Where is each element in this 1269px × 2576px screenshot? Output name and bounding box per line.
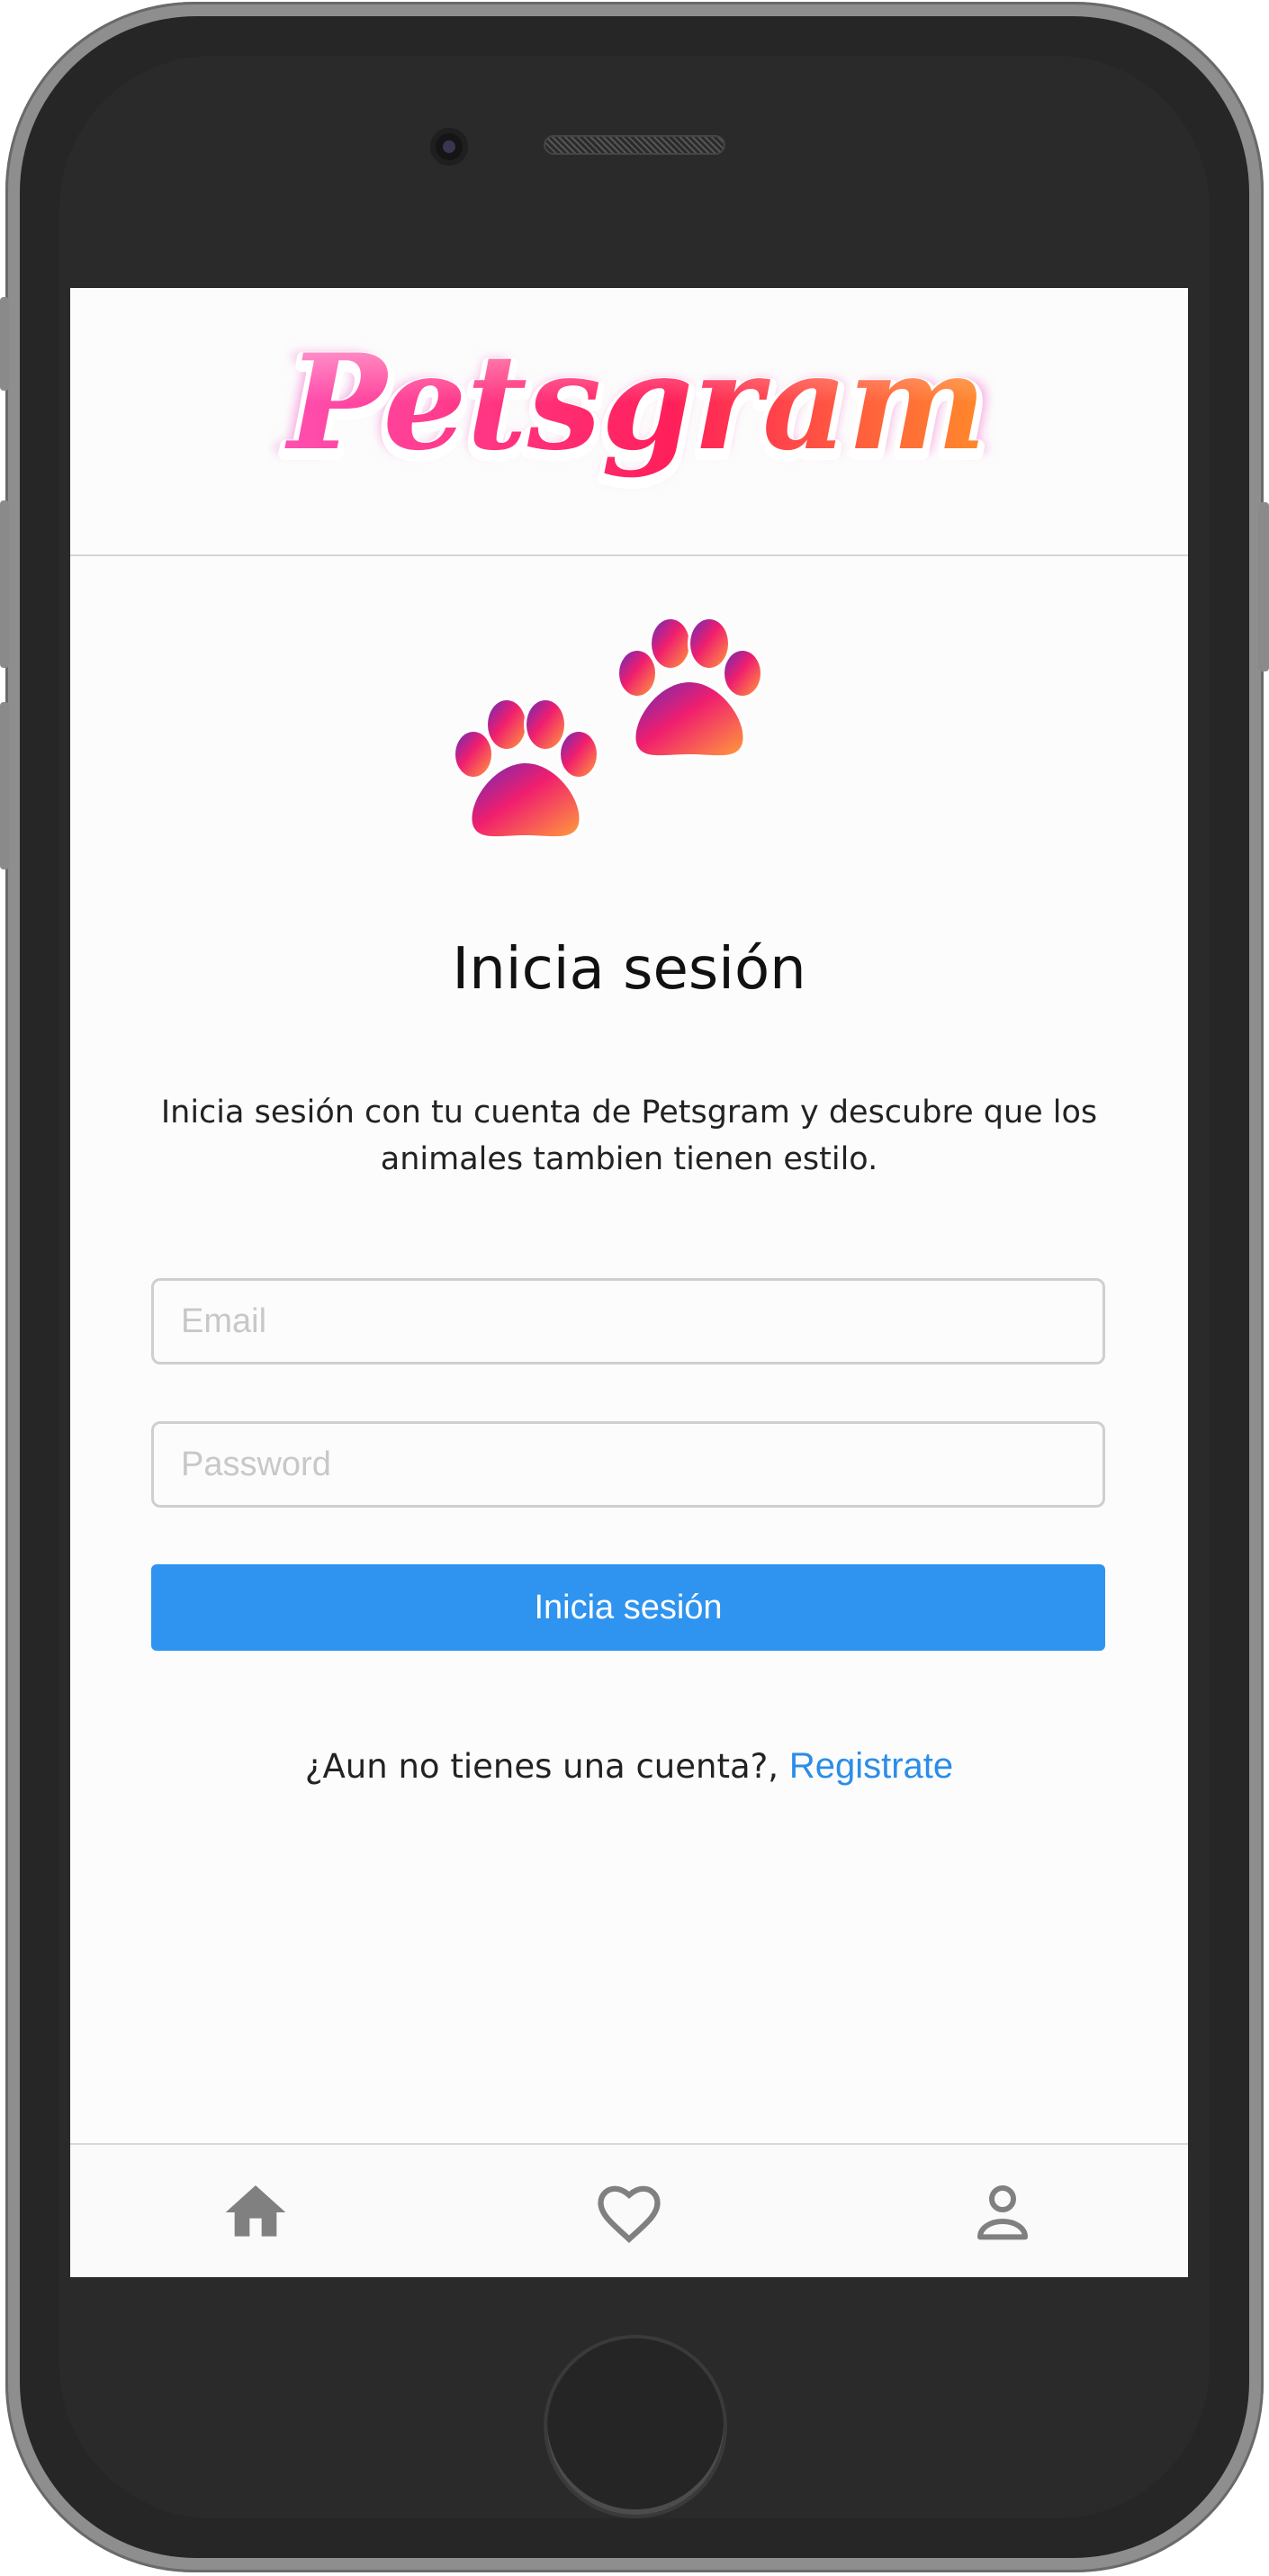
earpiece-speaker <box>544 135 725 155</box>
app-header: Petsgram Petsgram Petsgram Petsgram <box>70 288 1188 556</box>
heart-icon <box>598 2185 661 2244</box>
email-field[interactable] <box>151 1278 1105 1365</box>
front-camera <box>430 128 468 166</box>
nav-profile-button[interactable] <box>962 2172 1043 2253</box>
login-button[interactable]: Inicia sesión <box>151 1564 1105 1651</box>
svg-text:Petsgram: Petsgram <box>284 333 986 480</box>
volume-up-button <box>0 500 9 668</box>
app-screen: Petsgram Petsgram Petsgram Petsgram Inic… <box>70 288 1188 2277</box>
home-hardware-button[interactable] <box>544 2335 727 2518</box>
paw-prints-illustration <box>453 617 763 840</box>
paw-left-icon <box>453 698 599 840</box>
register-link[interactable]: Registrate <box>789 1746 953 1786</box>
register-prompt: ¿Aun no tienes una cuenta?, Registrate <box>70 1746 1188 1787</box>
paw-right-icon <box>616 617 763 759</box>
user-icon <box>977 2185 1028 2240</box>
mute-switch <box>0 297 9 391</box>
page-description: Inicia sesión con tu cuenta de Petsgram … <box>160 1094 1098 1177</box>
power-button <box>1258 502 1269 671</box>
password-field[interactable] <box>151 1421 1105 1508</box>
nav-favorites-button[interactable] <box>589 2172 670 2253</box>
petsgram-logo[interactable]: Petsgram Petsgram Petsgram Petsgram <box>268 333 1006 513</box>
nav-home-button[interactable] <box>215 2172 296 2253</box>
home-icon <box>225 2185 286 2237</box>
bottom-nav <box>70 2143 1188 2277</box>
volume-down-button <box>0 702 9 869</box>
register-prompt-text: ¿Aun no tienes una cuenta?, <box>304 1747 789 1786</box>
page-title: Inicia sesión <box>452 936 806 1003</box>
